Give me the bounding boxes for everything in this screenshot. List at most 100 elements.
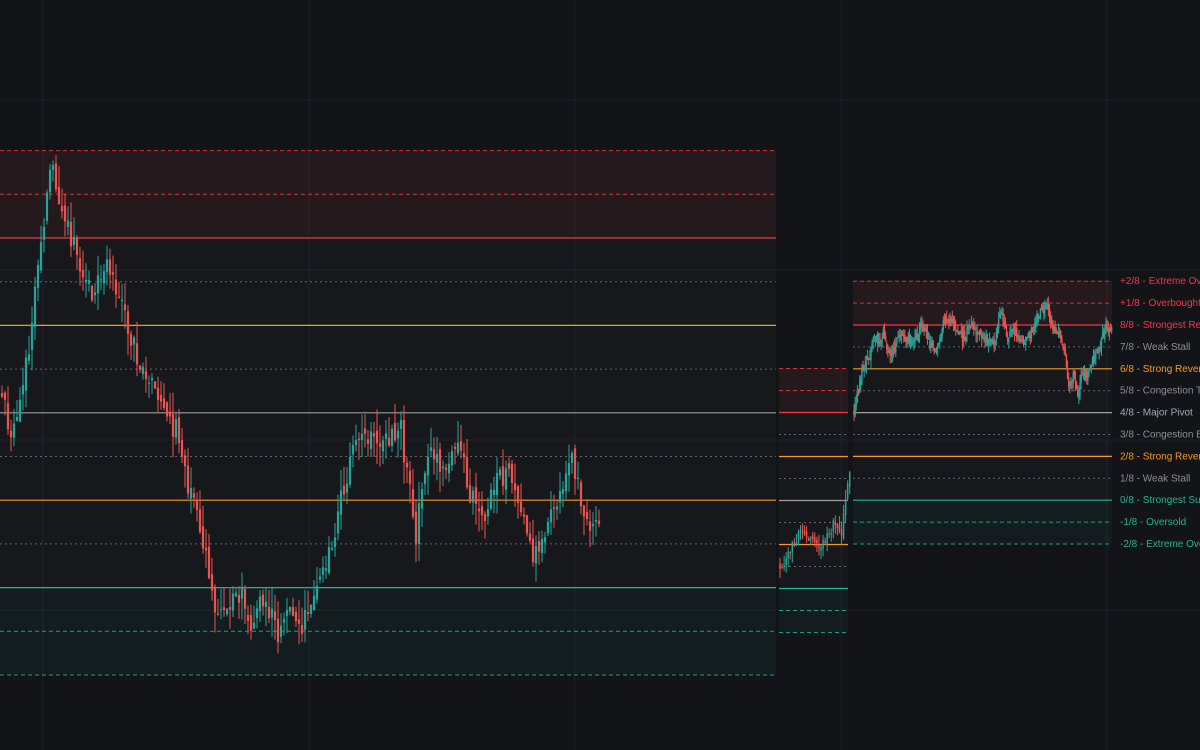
candle-body	[132, 337, 136, 345]
candle-body	[261, 594, 265, 607]
candle-body	[258, 596, 262, 612]
candle-body	[243, 589, 247, 609]
candle-body	[237, 594, 241, 603]
candle-body	[423, 473, 427, 485]
candle-body	[84, 279, 88, 283]
candle-body	[836, 523, 839, 528]
candle-body	[935, 350, 938, 353]
candle-body	[886, 343, 888, 349]
candle-body	[354, 440, 358, 446]
candle-body	[1069, 383, 1071, 386]
candle-body	[531, 538, 535, 563]
candle-body	[953, 318, 956, 328]
candle-body	[828, 533, 830, 535]
candle-body	[474, 487, 478, 504]
candle-body	[895, 342, 897, 352]
candle-body	[543, 537, 547, 543]
candle-body	[1073, 371, 1076, 379]
murrey-math-chart[interactable]: +2/8 - Extreme Overbought +1/8 - Overboug…	[0, 0, 1200, 750]
candle-body	[249, 614, 253, 631]
candle-body	[405, 462, 409, 468]
candle-body	[525, 515, 529, 534]
candle-body	[447, 463, 451, 474]
candle-body	[300, 625, 304, 634]
candle-body	[483, 514, 487, 521]
candle-body	[360, 433, 364, 440]
candle-body	[941, 329, 943, 337]
level-label: -2/8 - Extreme Oversold	[1120, 539, 1200, 550]
candle-body	[1060, 330, 1062, 340]
candle-body	[510, 463, 514, 484]
candle-body	[534, 546, 538, 564]
candle-body	[1018, 335, 1020, 338]
candle-body	[1095, 352, 1097, 359]
candle-body	[123, 304, 127, 311]
candle-body	[965, 337, 967, 342]
candle-body	[231, 593, 235, 611]
candle-body	[789, 552, 791, 554]
candle-body	[848, 472, 851, 487]
level-label: 1/8 - Weak Stall	[1120, 473, 1190, 484]
candle-body	[144, 371, 148, 380]
candle-body	[897, 337, 899, 339]
candle-body	[926, 332, 929, 339]
candle-body	[594, 520, 598, 522]
candle-body	[69, 221, 73, 247]
candle-body	[297, 619, 301, 624]
candle-body	[51, 164, 55, 170]
candle-body	[779, 563, 781, 569]
candle-body	[558, 491, 562, 503]
candle-body	[1009, 330, 1011, 337]
candle-body	[1075, 383, 1078, 389]
candle-body	[546, 521, 550, 534]
candle-body	[969, 326, 972, 328]
chart-canvas[interactable]: +2/8 - Extreme Overbought +1/8 - Overboug…	[0, 0, 1200, 750]
candle-body	[15, 416, 19, 421]
candle-body	[459, 441, 463, 451]
candle-body	[252, 622, 256, 629]
candle-body	[1065, 355, 1068, 368]
candle-body	[955, 327, 957, 330]
candle-body	[21, 385, 25, 395]
candle-body	[591, 523, 595, 527]
candle-body	[273, 611, 277, 620]
candle-body	[417, 503, 421, 544]
candle-body	[153, 381, 157, 389]
candle-body	[863, 365, 865, 371]
candle-body	[486, 508, 490, 517]
candle-body	[826, 533, 828, 545]
candle-body	[818, 544, 820, 549]
candle-body	[189, 488, 193, 499]
candle-body	[315, 585, 319, 600]
candle-body	[844, 499, 847, 516]
candle-body	[891, 350, 894, 355]
candle-body	[396, 430, 400, 439]
level-label: 8/8 - Strongest Resistance	[1120, 320, 1200, 331]
candle-body	[832, 520, 835, 532]
candle-body	[1055, 328, 1057, 333]
candle-body	[6, 403, 10, 430]
candle-body	[1010, 332, 1012, 334]
candle-body	[878, 341, 880, 346]
candle-body	[854, 404, 856, 416]
candle-body	[917, 336, 920, 341]
candle-body	[838, 525, 841, 532]
candle-body	[1004, 321, 1007, 328]
candle-body	[465, 457, 469, 488]
candle-body	[834, 522, 837, 526]
candle-body	[1048, 308, 1051, 315]
candle-body	[126, 311, 130, 334]
candle-body	[198, 509, 202, 533]
candle-body	[369, 431, 373, 450]
candle-body	[996, 329, 999, 331]
candle-body	[330, 547, 334, 550]
candle-body	[351, 445, 355, 455]
candle-body	[477, 508, 481, 512]
candle-body	[471, 490, 475, 503]
candle-body	[147, 382, 151, 384]
candle-body	[267, 606, 271, 619]
candle-body	[997, 318, 1000, 329]
candle-body	[492, 489, 496, 495]
candle-body	[1079, 383, 1081, 396]
candle-body	[540, 538, 544, 554]
